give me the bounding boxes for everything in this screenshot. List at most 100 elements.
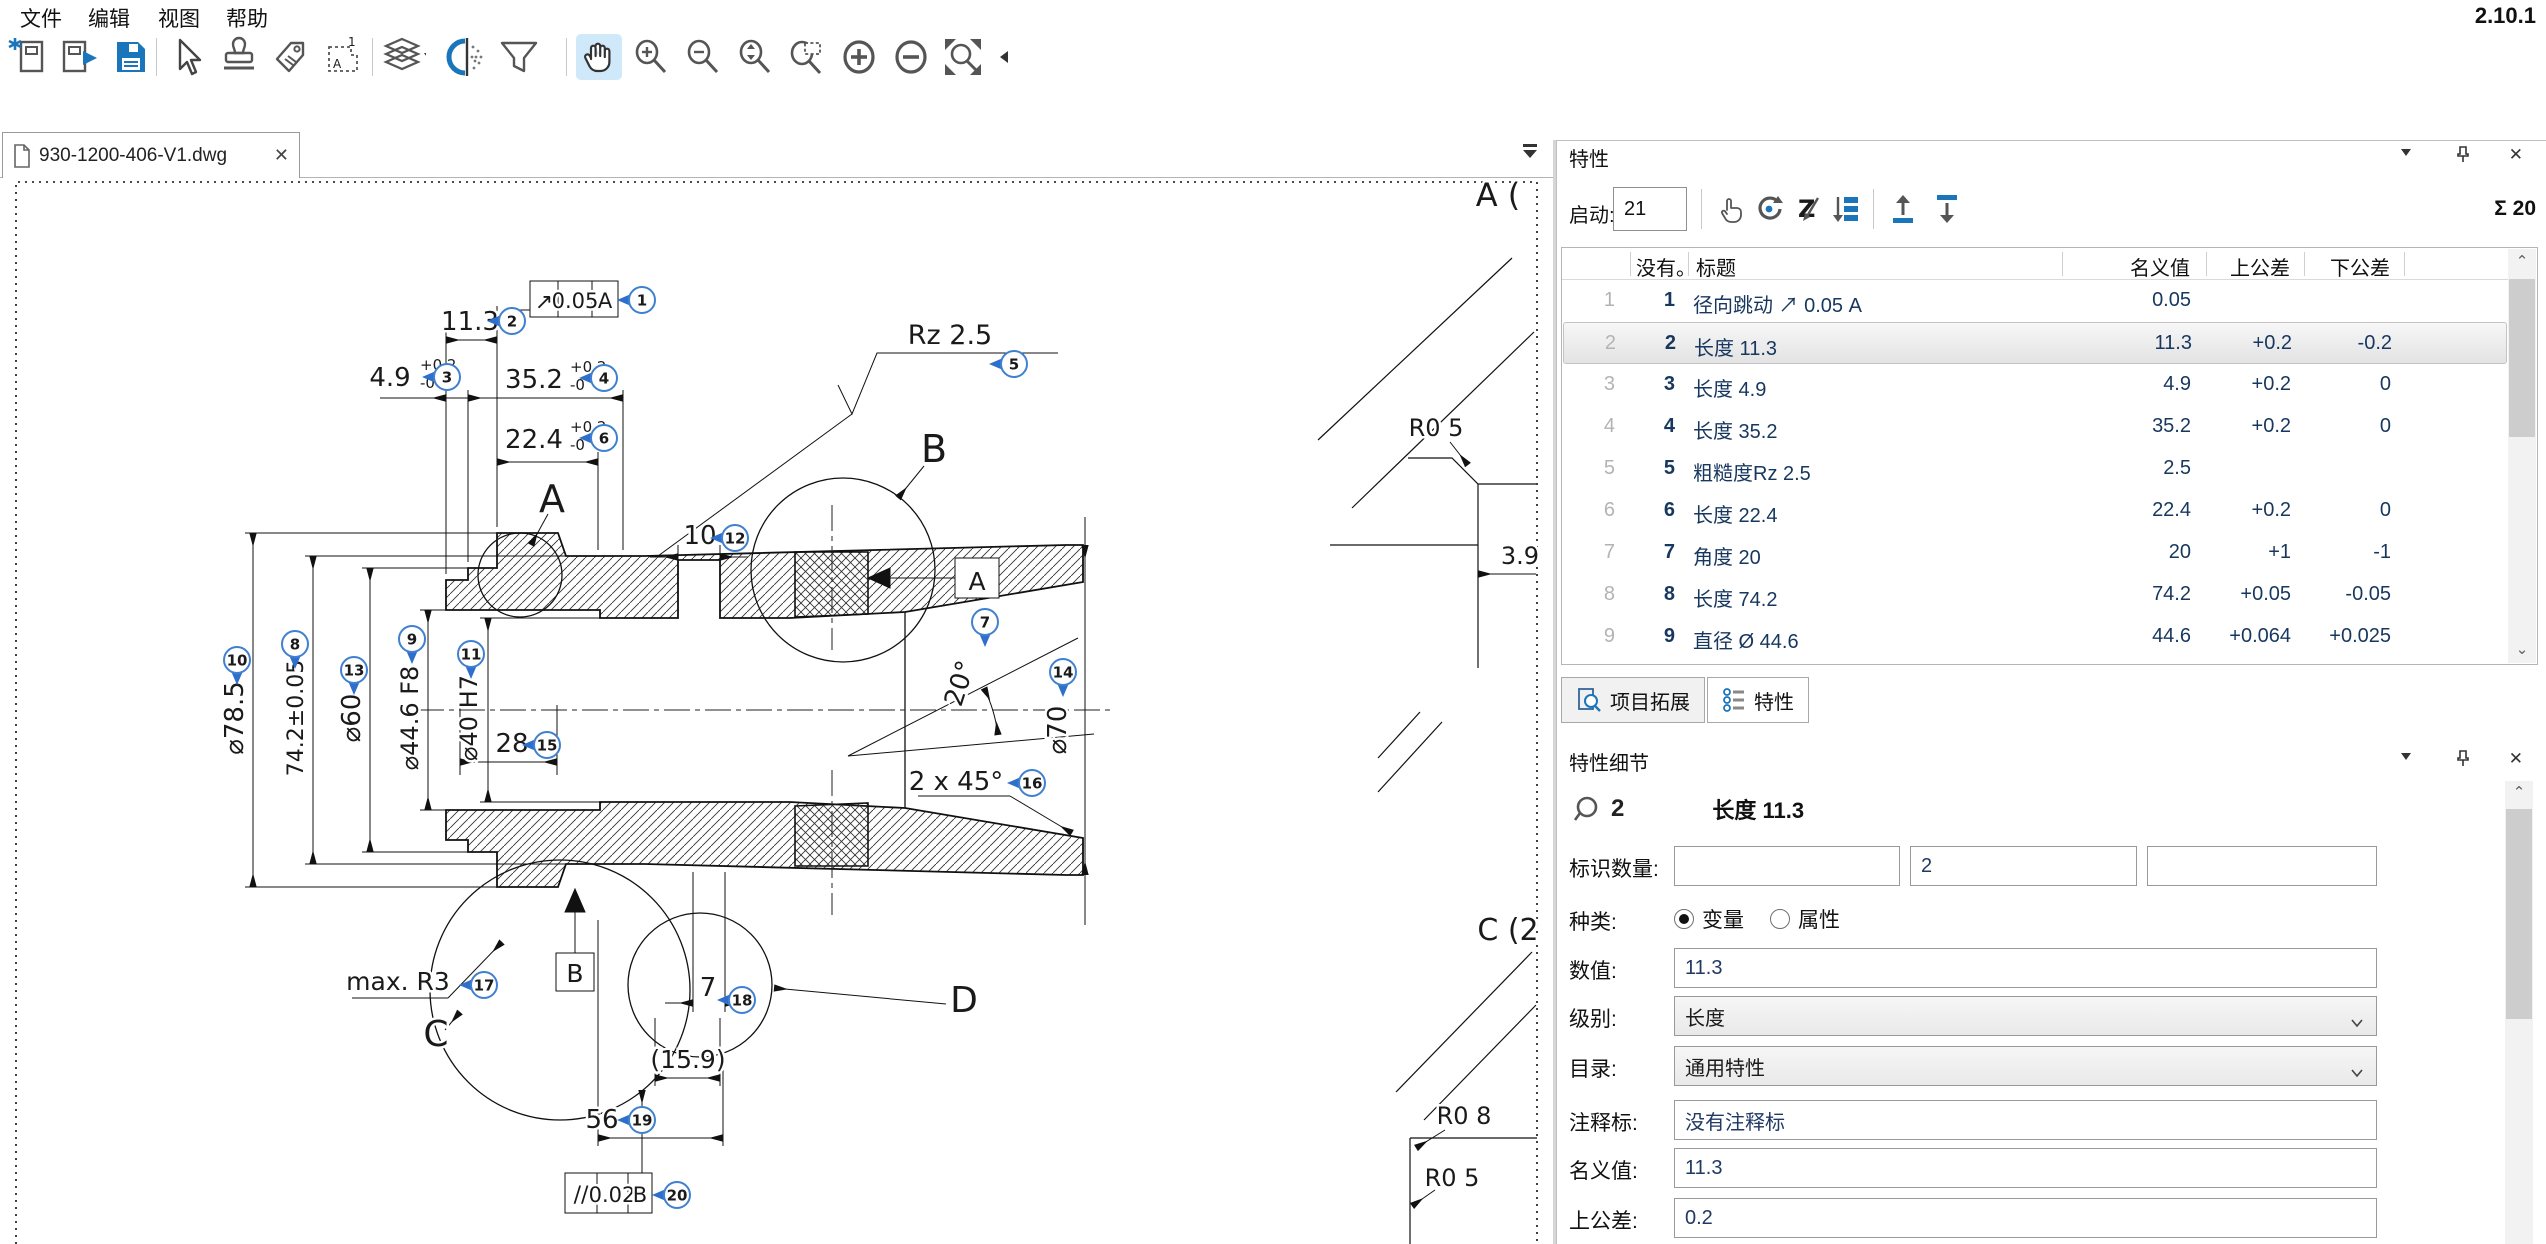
toolbar-separator [566,38,567,76]
balloon-marker-9[interactable]: 9 [399,626,425,664]
menu-help[interactable]: 帮助 [226,3,268,33]
refresh-button[interactable] [1749,189,1789,229]
table-row[interactable]: 88长度 74.274.2+0.05-0.05 [1563,574,2507,616]
new-document-button[interactable] [6,34,52,80]
radio-attribute[interactable] [1770,909,1790,929]
balloon-marker-18[interactable]: 18 [717,987,755,1013]
value-input[interactable] [1674,948,2377,988]
region-select-button[interactable]: A 1 [320,34,366,80]
selected-item-number: 2 [1611,795,1624,823]
import-down-button[interactable] [1927,189,1967,229]
tab-project-expand-label: 项目拓展 [1610,686,1690,715]
table-row[interactable]: 77角度 2020+1-1 [1563,532,2507,574]
id-count-input-3[interactable] [2147,846,2377,886]
table-row[interactable]: 44长度 35.235.2+0.20 [1563,406,2507,448]
mirror-view-button[interactable] [444,34,490,80]
balloon-marker-17[interactable]: 17 [459,972,497,998]
open-document-button[interactable] [56,34,102,80]
balloon-marker-14[interactable]: 14 [1050,659,1076,697]
col-upper[interactable]: 上公差 [2220,252,2290,281]
zoom-fit-button[interactable] [940,34,986,80]
magnify-plus-button[interactable] [836,34,882,80]
balloon-marker-10[interactable]: 10 [224,647,250,685]
toolbar-separator [372,38,373,76]
col-no[interactable]: 没有。 [1636,252,1696,281]
tag-button[interactable] [268,34,314,80]
balloon-marker-16[interactable]: 16 [1007,770,1045,796]
level-combo-value: 长度 [1685,1002,1725,1031]
details-scrollbar[interactable]: ⌃ [2505,781,2533,1244]
stamp-button[interactable] [216,34,262,80]
col-lower[interactable]: 下公差 [2314,252,2390,281]
table-row[interactable]: 22长度 11.311.3+0.2-0.2 [1563,322,2507,364]
scroll-thumb[interactable] [2509,279,2535,437]
panel-close-icon[interactable]: ✕ [2509,145,2523,165]
balloon-marker-13[interactable]: 13 [341,657,367,695]
col-nominal[interactable]: 名义值 [2100,252,2190,281]
annotation-input[interactable] [1674,1100,2377,1140]
drawing-canvas[interactable]: 11.34.9+0.2-035.2+0.2-022.4+0.2-0Rz 2.5A… [0,178,1556,1244]
dimension-texts: 11.34.9+0.2-035.2+0.2-022.4+0.2-0Rz 2.5A… [220,178,1539,1208]
panel-close-icon[interactable]: ✕ [2509,749,2523,769]
upper-tol-input[interactable] [1674,1198,2377,1238]
pointer-hand-button[interactable] [1709,189,1749,229]
balloon-marker-5[interactable]: 5 [989,351,1027,377]
id-count-input-1[interactable] [1674,846,1900,886]
sort-list-button[interactable] [1829,189,1869,229]
menu-file[interactable]: 文件 [20,3,62,33]
panel-pin-icon[interactable] [2455,749,2471,772]
pan-hand-button[interactable] [576,34,622,80]
level-combo[interactable]: 长度 [1674,996,2377,1036]
table-row[interactable]: 55粗糙度Rz 2.52.5 [1563,448,2507,490]
balloon-marker-1[interactable]: 1 [617,287,655,313]
tab-list-menu-button[interactable] [1520,140,1542,166]
zoom-in-button[interactable] [628,34,674,80]
id-count-input-2[interactable] [1910,846,2137,886]
select-cursor-button[interactable] [164,34,210,80]
dimension-text: R0 8 [1437,1102,1492,1130]
right-panel-area: 特性 ✕ 启动: Z [1556,140,2546,1244]
radio-variable[interactable] [1674,909,1694,929]
table-row[interactable]: 99直径 Ø 44.644.6+0.064+0.025 [1563,616,2507,658]
catalog-combo[interactable]: 通用特性 [1674,1046,2377,1086]
save-button[interactable] [108,34,154,80]
balloon-marker-7[interactable]: 7 [972,609,998,647]
scroll-thumb[interactable] [2506,809,2532,1019]
collapse-arrow-icon [997,48,1011,66]
scroll-down-icon[interactable]: ⌄ [2508,637,2536,663]
zoom-dynamic-button[interactable] [732,34,778,80]
zoom-window-button[interactable] [784,34,830,80]
balloon-marker-19[interactable]: 19 [617,1107,655,1133]
dimension-text: ⌀40 H7 [455,675,483,761]
magnify-minus-button[interactable] [888,34,934,80]
scroll-up-icon[interactable]: ⌃ [2508,249,2536,275]
document-tab[interactable]: 930-1200-406-V1.dwg ✕ [2,132,300,178]
nominal-input[interactable] [1674,1148,2377,1188]
filter-button[interactable] [496,34,542,80]
menu-view[interactable]: 视图 [158,3,200,33]
start-input[interactable] [1613,187,1687,231]
svg-text:11: 11 [461,646,482,664]
layers-button[interactable] [380,34,426,80]
tab-properties[interactable]: 特性 [1707,677,1809,723]
tab-close-icon[interactable]: ✕ [274,145,289,166]
table-row[interactable]: 66长度 22.422.4+0.20 [1563,490,2507,532]
z-order-button[interactable]: Z [1789,189,1829,229]
col-title[interactable]: 标题 [1696,252,1736,281]
balloon-marker-20[interactable]: 20 [652,1182,690,1208]
dimension-text: 7 [700,973,717,1003]
table-row[interactable]: 11径向跳动 ↗ 0.05 A0.05 [1563,280,2507,322]
table-scrollbar[interactable]: ⌃ ⌄ [2508,249,2536,663]
export-up-button[interactable] [1883,189,1923,229]
panel-pin-icon[interactable] [2455,145,2471,168]
tab-project-expand[interactable]: 项目拓展 [1561,677,1705,723]
scroll-up-icon[interactable]: ⌃ [2505,781,2533,805]
zoom-out-button[interactable] [680,34,726,80]
balloon-marker-11[interactable]: 11 [458,641,484,679]
menu-edit[interactable]: 编辑 [88,3,130,33]
table-row[interactable]: 33长度 4.94.9+0.20 [1563,364,2507,406]
dimension-text: A [598,289,613,313]
panel-dropdown-icon[interactable] [2399,145,2413,164]
collapse-toolbar-button[interactable] [994,34,1014,80]
panel-dropdown-icon[interactable] [2399,749,2413,768]
